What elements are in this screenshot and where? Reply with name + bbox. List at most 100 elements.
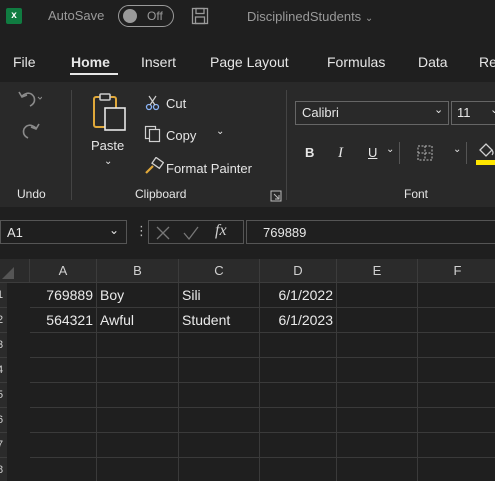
empty-cell[interactable] bbox=[337, 358, 418, 383]
font-size-select[interactable]: 11 ⌄ bbox=[451, 101, 495, 125]
select-all-corner[interactable] bbox=[0, 259, 30, 283]
tab-formulas[interactable]: Formulas bbox=[327, 54, 385, 70]
empty-cell[interactable] bbox=[179, 383, 260, 408]
paste-icon[interactable] bbox=[91, 92, 129, 132]
empty-cell[interactable] bbox=[30, 433, 97, 458]
column-header-f[interactable]: F bbox=[418, 259, 495, 283]
cell-d2[interactable]: 6/1/2023 bbox=[260, 308, 337, 333]
row-header-7[interactable]: 7 bbox=[0, 433, 7, 458]
empty-cell[interactable] bbox=[179, 408, 260, 433]
autosave-toggle[interactable]: Off bbox=[118, 5, 174, 27]
borders-dropdown-icon[interactable]: ⌄ bbox=[453, 144, 461, 155]
empty-cell[interactable] bbox=[418, 458, 495, 481]
empty-cell[interactable] bbox=[260, 458, 337, 481]
tab-insert[interactable]: Insert bbox=[141, 54, 176, 70]
fill-color-icon[interactable] bbox=[476, 140, 495, 166]
cut-icon[interactable] bbox=[145, 95, 161, 111]
enter-icon[interactable] bbox=[182, 225, 200, 241]
empty-cell[interactable] bbox=[97, 458, 179, 481]
insert-function-button[interactable]: fx bbox=[215, 222, 227, 240]
name-box[interactable]: A1 ⌄ bbox=[0, 220, 127, 244]
paste-dropdown-icon[interactable]: ⌄ bbox=[104, 156, 112, 167]
empty-cell[interactable] bbox=[337, 433, 418, 458]
tab-data[interactable]: Data bbox=[418, 54, 448, 70]
column-header-c[interactable]: C bbox=[179, 259, 260, 283]
paste-button[interactable]: Paste bbox=[91, 138, 124, 153]
row-header-1[interactable]: 1 bbox=[0, 283, 7, 308]
empty-cell[interactable] bbox=[337, 383, 418, 408]
empty-cell[interactable] bbox=[30, 458, 97, 481]
row-header-6[interactable]: 6 bbox=[0, 408, 7, 433]
empty-cell[interactable] bbox=[97, 408, 179, 433]
cell-a2[interactable]: 564321 bbox=[30, 308, 97, 333]
dialog-launcher-icon[interactable] bbox=[270, 190, 282, 202]
undo-icon[interactable] bbox=[16, 88, 42, 110]
row-header-2[interactable]: 2 bbox=[0, 308, 7, 333]
tab-review[interactable]: Re bbox=[479, 54, 495, 70]
empty-cell[interactable] bbox=[97, 383, 179, 408]
borders-icon[interactable] bbox=[417, 145, 433, 161]
empty-cell[interactable] bbox=[418, 333, 495, 358]
copy-button[interactable]: Copy bbox=[166, 128, 196, 143]
document-title[interactable]: DisciplinedStudents ⌄ bbox=[247, 9, 373, 24]
empty-cell[interactable] bbox=[337, 283, 418, 308]
row-header-5[interactable]: 5 bbox=[0, 383, 7, 408]
cell-b1[interactable]: Boy bbox=[97, 283, 179, 308]
empty-cell[interactable] bbox=[260, 408, 337, 433]
cell-c1[interactable]: Sili bbox=[179, 283, 260, 308]
row-header-8[interactable]: 8 bbox=[0, 458, 7, 481]
column-header-a[interactable]: A bbox=[30, 259, 97, 283]
redo-icon[interactable] bbox=[16, 120, 42, 142]
cancel-icon[interactable] bbox=[155, 225, 171, 241]
row-header-4[interactable]: 4 bbox=[0, 358, 7, 383]
tab-home[interactable]: Home bbox=[71, 54, 110, 70]
empty-cell[interactable] bbox=[97, 333, 179, 358]
excel-app-icon[interactable]: x bbox=[6, 8, 22, 24]
empty-cell[interactable] bbox=[418, 283, 495, 308]
format-painter-icon[interactable] bbox=[144, 157, 164, 175]
underline-dropdown-icon[interactable]: ⌄ bbox=[386, 144, 394, 155]
cell-d1[interactable]: 6/1/2022 bbox=[260, 283, 337, 308]
italic-button[interactable]: I bbox=[338, 145, 343, 162]
empty-cell[interactable] bbox=[179, 333, 260, 358]
cell-a1[interactable]: 769889 bbox=[30, 283, 97, 308]
bold-button[interactable]: B bbox=[305, 145, 314, 160]
empty-cell[interactable] bbox=[337, 333, 418, 358]
more-options-icon[interactable]: ⋮ bbox=[135, 223, 148, 239]
cell-b2[interactable]: Awful bbox=[97, 308, 179, 333]
column-header-b[interactable]: B bbox=[97, 259, 179, 283]
empty-cell[interactable] bbox=[179, 433, 260, 458]
cell-c2[interactable]: Student bbox=[179, 308, 260, 333]
copy-icon[interactable] bbox=[144, 125, 162, 143]
empty-cell[interactable] bbox=[337, 308, 418, 333]
empty-cell[interactable] bbox=[260, 358, 337, 383]
empty-cell[interactable] bbox=[97, 433, 179, 458]
empty-cell[interactable] bbox=[418, 358, 495, 383]
empty-cell[interactable] bbox=[30, 358, 97, 383]
empty-cell[interactable] bbox=[260, 383, 337, 408]
empty-cell[interactable] bbox=[30, 383, 97, 408]
format-painter-button[interactable]: Format Painter bbox=[166, 161, 252, 176]
empty-cell[interactable] bbox=[179, 458, 260, 481]
copy-dropdown-icon[interactable]: ⌄ bbox=[216, 126, 224, 137]
formula-input[interactable]: 769889 bbox=[246, 220, 495, 244]
tab-file[interactable]: File bbox=[13, 54, 36, 70]
empty-cell[interactable] bbox=[337, 458, 418, 481]
font-name-select[interactable]: Calibri ⌄ bbox=[295, 101, 449, 125]
column-header-d[interactable]: D bbox=[260, 259, 337, 283]
cut-button[interactable]: Cut bbox=[166, 96, 186, 111]
underline-button[interactable]: U bbox=[368, 145, 377, 160]
empty-cell[interactable] bbox=[30, 333, 97, 358]
empty-cell[interactable] bbox=[30, 408, 97, 433]
empty-cell[interactable] bbox=[418, 433, 495, 458]
save-icon[interactable] bbox=[191, 7, 209, 25]
empty-cell[interactable] bbox=[418, 308, 495, 333]
empty-cell[interactable] bbox=[97, 358, 179, 383]
empty-cell[interactable] bbox=[179, 358, 260, 383]
tab-page-layout[interactable]: Page Layout bbox=[210, 54, 289, 70]
empty-cell[interactable] bbox=[418, 383, 495, 408]
row-header-3[interactable]: 3 bbox=[0, 333, 7, 358]
empty-cell[interactable] bbox=[418, 408, 495, 433]
empty-cell[interactable] bbox=[260, 433, 337, 458]
empty-cell[interactable] bbox=[337, 408, 418, 433]
